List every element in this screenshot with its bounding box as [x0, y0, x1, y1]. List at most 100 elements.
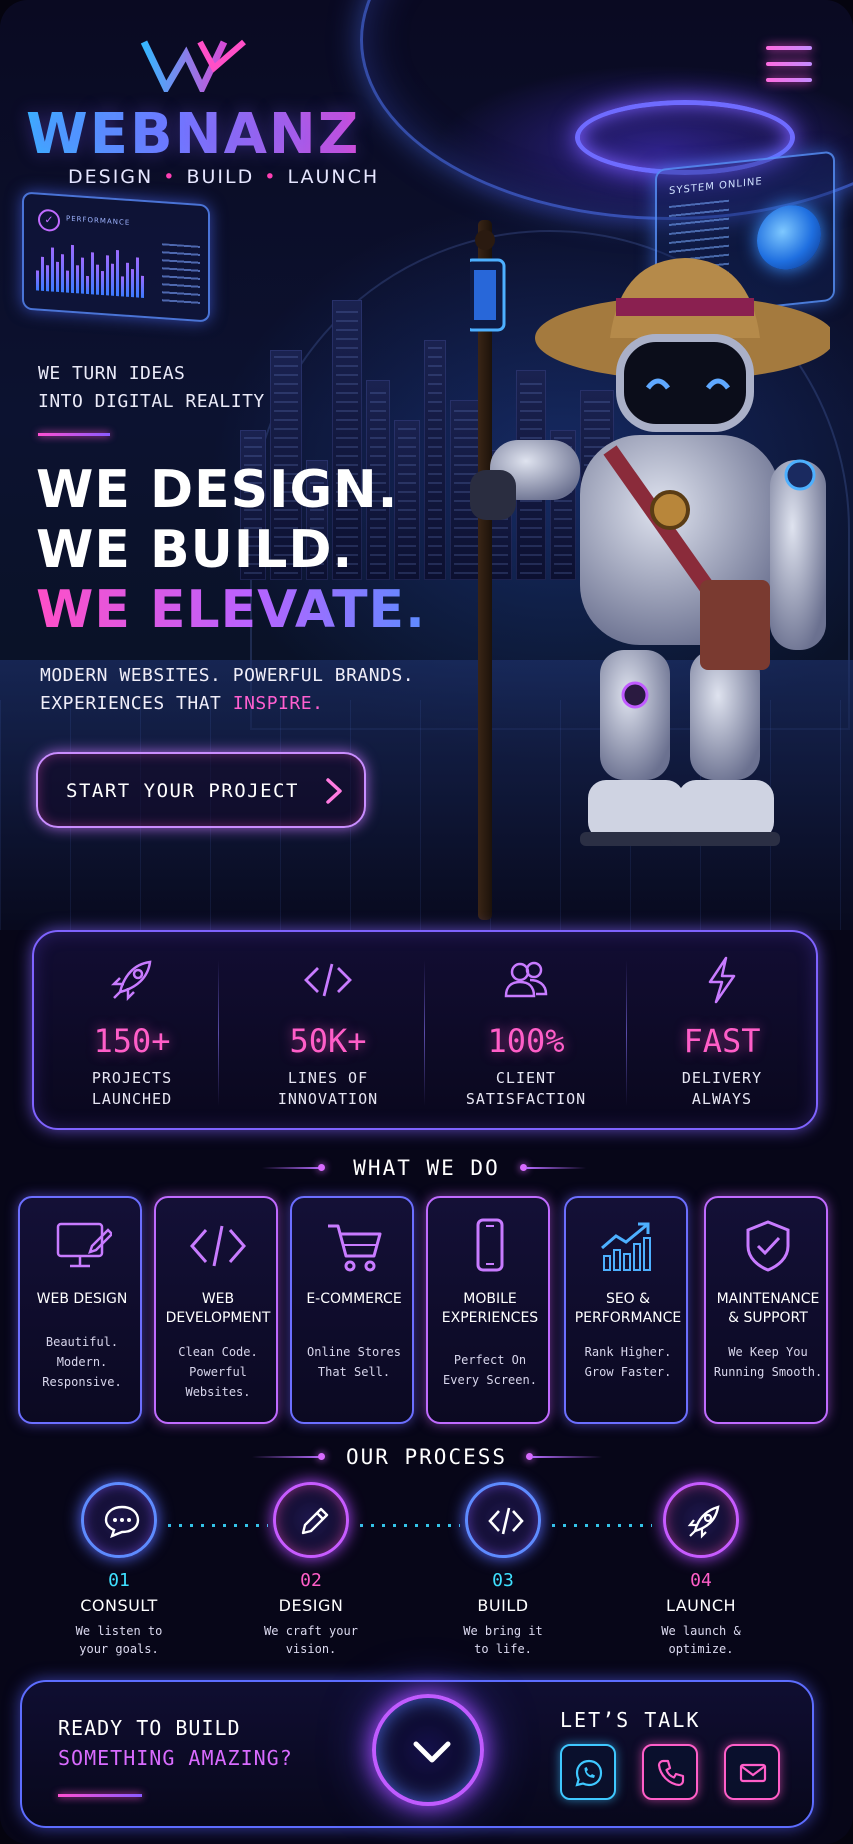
step-ring [663, 1482, 739, 1558]
landing-page: WEBNANZ DESIGN • BUILD • LAUNCH ✓ PERFORMANC… [0, 0, 853, 1844]
step-number: 03 [492, 1570, 514, 1591]
stat-label-line-1: DELIVERY [681, 1069, 763, 1087]
subtitle-line-1: MODERN WEBSITES. POWERFUL BRANDS. [40, 665, 415, 686]
service-card-ecommerce[interactable]: E-COMMERCE Online Stores That Sell. [290, 1196, 414, 1424]
footer-cta-line-1: READY TO BUILD [58, 1716, 241, 1740]
section-line-right [526, 1167, 586, 1169]
service-title: E-COMMERCE [306, 1291, 402, 1307]
step-ring [273, 1482, 349, 1558]
service-description: Perfect On Every Screen. [443, 1353, 537, 1387]
step-description: We craft your vision. [264, 1624, 358, 1656]
tagline-build: BUILD [186, 166, 255, 188]
chart-up-icon [601, 1222, 651, 1271]
performance-hud-icon: ✓ [38, 208, 60, 233]
headline-line-1: WE DESIGN. [36, 460, 399, 520]
shield-check-icon [746, 1220, 790, 1272]
stat-label-line-2: SATISFACTION [465, 1090, 587, 1108]
start-project-button[interactable]: START YOUR PROJECT [36, 752, 366, 828]
service-card-web-design[interactable]: WEB DESIGN Beautiful. Modern. Responsive. [18, 1196, 142, 1424]
scroll-orb-button[interactable] [372, 1694, 484, 1806]
rocket-icon [110, 960, 152, 1002]
service-title: WEB DEVELOPMENT [165, 1291, 271, 1326]
monitor-pen-icon [56, 1222, 112, 1268]
performance-hud-lines [162, 243, 200, 306]
process-connector [168, 1524, 268, 1527]
whatsapp-icon [575, 1759, 603, 1787]
subtitle-accent: INSPIRE. [232, 693, 324, 714]
tagline-launch: LAUNCH [287, 166, 380, 188]
rocket-icon [687, 1505, 720, 1539]
whatsapp-button[interactable] [560, 1744, 616, 1800]
service-title: MAINTENANCE & SUPPORT [716, 1291, 820, 1326]
service-description: We Keep You Running Smooth. [713, 1345, 823, 1379]
phone-icon [476, 1218, 504, 1272]
stat-label-line-2: INNOVATION [277, 1090, 379, 1108]
users-icon [504, 961, 548, 998]
email-button[interactable] [724, 1744, 780, 1800]
step-title: BUILD [477, 1596, 529, 1615]
stat-value: FAST [683, 1022, 761, 1060]
subtitle-line-2: EXPERIENCES THAT INSPIRE. [40, 690, 414, 718]
service-description: Rank Higher. Grow Faster. [584, 1345, 672, 1379]
hero-intro-line-1: WE TURN IDEAS [38, 363, 186, 384]
stat-label-line-2: LAUNCHED [91, 1090, 173, 1108]
process-connector [360, 1524, 460, 1527]
step-number: 04 [690, 1570, 712, 1591]
chevron-down-icon [413, 1741, 451, 1763]
hero-intro-line-2: INTO DIGITAL REALITY [38, 391, 265, 412]
stat-value: 150+ [93, 1022, 171, 1060]
services-title: WHAT WE DO [353, 1156, 500, 1180]
step-ring [81, 1482, 157, 1558]
stat-label-line-1: LINES OF [287, 1069, 369, 1087]
service-card-seo[interactable]: SEO & PERFORMANCE Rank Higher. Grow Faster… [564, 1196, 688, 1424]
stat-satisfaction: 100% CLIENT SATISFACTION [428, 932, 624, 1132]
footer-cta-line-2: SOMETHING AMAZING? [58, 1746, 293, 1770]
step-description: We listen to your goals. [75, 1624, 163, 1656]
stat-label-line-2: ALWAYS [691, 1090, 753, 1108]
footer-divider [58, 1794, 142, 1797]
step-number: 02 [300, 1570, 322, 1591]
stat-value: 100% [487, 1022, 565, 1060]
stat-delivery: FAST DELIVERY ALWAYS [624, 932, 820, 1132]
section-line-right [532, 1456, 602, 1458]
performance-bar-chart [36, 240, 156, 298]
code-icon [488, 1507, 524, 1535]
step-description: We bring it to life. [463, 1624, 543, 1656]
brand-tagline: DESIGN • BUILD • LAUNCH [68, 166, 380, 188]
hero-section: WEBNANZ DESIGN • BUILD • LAUNCH ✓ PERFORMANC… [0, 0, 853, 930]
brand-name: WEBNANZ [26, 102, 361, 167]
service-title: SEO & PERFORMANCE [574, 1291, 682, 1326]
stat-label-line-1: PROJECTS [91, 1069, 173, 1087]
service-card-mobile[interactable]: MOBILE EXPERIENCES Perfect On Every Screen… [426, 1196, 550, 1424]
step-description: We launch & optimize. [661, 1624, 741, 1656]
lets-talk-label: LET’S TALK [560, 1708, 701, 1732]
stat-value: 50K+ [289, 1022, 367, 1060]
code-icon [190, 1225, 246, 1267]
pencil-icon [301, 1507, 329, 1535]
performance-hud-label: PERFORMANCE [66, 214, 131, 227]
phone-call-button[interactable] [642, 1744, 698, 1800]
mail-icon [739, 1763, 767, 1783]
process-connector [552, 1524, 652, 1527]
hero-subtitle: MODERN WEBSITES. POWERFUL BRANDS. EXPERI… [40, 662, 414, 718]
chevron-right-icon [326, 778, 342, 804]
headline-line-3: WE ELEVATE. [36, 580, 426, 640]
service-title: WEB DESIGN [36, 1291, 128, 1307]
code-icon [304, 963, 352, 997]
step-ring [465, 1482, 541, 1558]
robot-mascot-illustration [470, 220, 830, 920]
system-hud-label: SYSTEM ONLINE [669, 176, 763, 197]
step-title: CONSULT [80, 1596, 158, 1615]
stat-divider [424, 960, 425, 1106]
subtitle-prefix: EXPERIENCES THAT [40, 693, 233, 714]
performance-hud-panel: ✓ PERFORMANCE [22, 191, 210, 323]
step-number: 01 [108, 1570, 130, 1591]
service-card-web-development[interactable]: WEB DEVELOPMENT Clean Code. Powerful Websit… [154, 1196, 278, 1424]
chat-icon [104, 1505, 140, 1539]
service-card-maintenance[interactable]: MAINTENANCE & SUPPORT We Keep You Running … [704, 1196, 828, 1424]
hamburger-menu-icon[interactable] [762, 42, 816, 90]
service-title: MOBILE EXPERIENCES [441, 1291, 539, 1326]
step-title: DESIGN [278, 1596, 344, 1615]
stat-label-line-1: CLIENT [495, 1069, 557, 1087]
start-project-label: START YOUR PROJECT [66, 780, 299, 802]
